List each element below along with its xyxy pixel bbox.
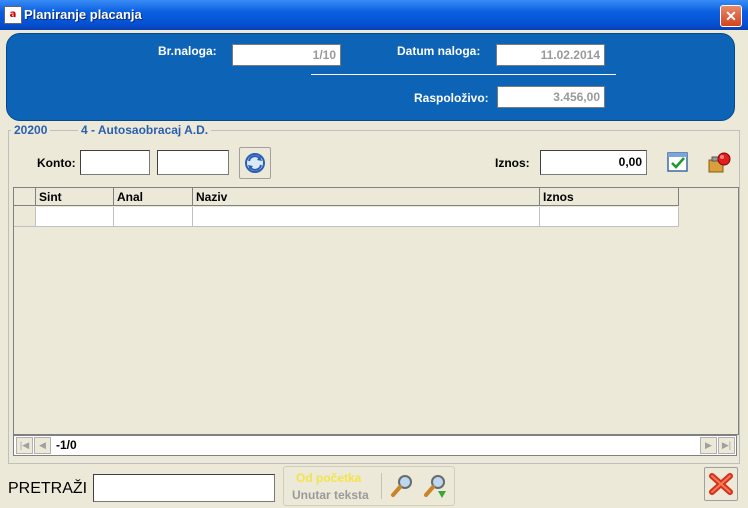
datum-naloga-label: Datum naloga: <box>397 44 481 58</box>
app-icon: a <box>4 6 22 24</box>
konto-input-1[interactable] <box>80 150 150 175</box>
search-mode-divider <box>381 473 382 499</box>
search-icon <box>391 475 412 497</box>
prev-record-icon: ◀ <box>39 440 46 450</box>
grid-header-naziv[interactable]: Naziv <box>193 188 540 206</box>
refresh-icon <box>245 153 265 173</box>
last-record-button[interactable]: ▶| <box>718 437 735 454</box>
header-panel: Br.naloga: 1/10 Datum naloga: 11.02.2014… <box>6 33 735 121</box>
table-cell[interactable] <box>114 207 193 227</box>
next-record-button[interactable]: ▶ <box>700 437 717 454</box>
table-cell[interactable] <box>36 207 114 227</box>
next-record-icon: ▶ <box>705 440 712 450</box>
exit-icon <box>709 473 733 495</box>
account-name: 4 - Autosaobracaj A.D. <box>78 123 212 137</box>
search-input[interactable] <box>93 474 275 502</box>
confirm-button[interactable] <box>664 148 696 180</box>
search-next-button[interactable] <box>420 471 450 501</box>
window-title: Planiranje placanja <box>24 7 142 22</box>
datum-naloga-field[interactable]: 11.02.2014 <box>496 44 605 66</box>
planiranje-window: a Planiranje placanja ✕ Br.naloga: 1/10 … <box>0 0 748 508</box>
title-bar[interactable]: a Planiranje placanja ✕ <box>0 0 748 30</box>
first-record-icon: |◀ <box>19 440 30 450</box>
grid-indicator-header <box>14 188 36 206</box>
konto-label: Konto: <box>37 156 76 170</box>
close-window-button[interactable]: ✕ <box>720 5 742 27</box>
table-cell[interactable] <box>193 207 540 227</box>
first-record-button[interactable]: |◀ <box>16 437 33 454</box>
grid-header-sint[interactable]: Sint <box>36 188 114 206</box>
iznos-label: Iznos: <box>495 156 530 170</box>
search-button[interactable] <box>387 471 417 501</box>
iznos-input[interactable]: 0,00 <box>540 150 647 175</box>
delete-record-button[interactable] <box>703 148 735 180</box>
br-naloga-field[interactable]: 1/10 <box>232 44 341 66</box>
raspolozivo-field: 3.456,00 <box>497 86 605 108</box>
grid-row-indicator[interactable] <box>14 207 36 227</box>
grid-header-anal[interactable]: Anal <box>114 188 193 206</box>
close-icon: ✕ <box>725 8 737 24</box>
search-mode-group: Od početka Unutar teksta <box>283 466 455 506</box>
last-record-icon: ▶| <box>721 440 732 450</box>
exit-button[interactable] <box>704 467 738 501</box>
br-naloga-label: Br.naloga: <box>158 44 217 58</box>
search-next-icon <box>424 475 446 498</box>
checkbox-check-icon <box>667 152 688 172</box>
search-label: PRETRAŽI <box>8 480 88 497</box>
record-navigator: |◀ ◀ -1/0 ▶ ▶| <box>13 435 737 456</box>
grid-header-iznos[interactable]: Iznos <box>540 188 679 206</box>
prev-record-button[interactable]: ◀ <box>34 437 51 454</box>
raspolozivo-label: Raspoloživo: <box>414 91 489 105</box>
search-mode-start-option[interactable]: Od početka <box>296 471 361 485</box>
account-code: 20200 <box>11 123 51 137</box>
konto-input-2[interactable] <box>157 150 229 175</box>
header-divider <box>311 74 616 75</box>
refresh-button[interactable] <box>239 147 271 179</box>
record-position: -1/0 <box>56 438 77 452</box>
data-grid[interactable]: Sint Anal Naziv Iznos <box>13 187 739 435</box>
search-mode-contains-option[interactable]: Unutar teksta <box>292 488 369 502</box>
table-cell[interactable] <box>540 207 679 227</box>
database-delete-icon <box>708 152 731 173</box>
